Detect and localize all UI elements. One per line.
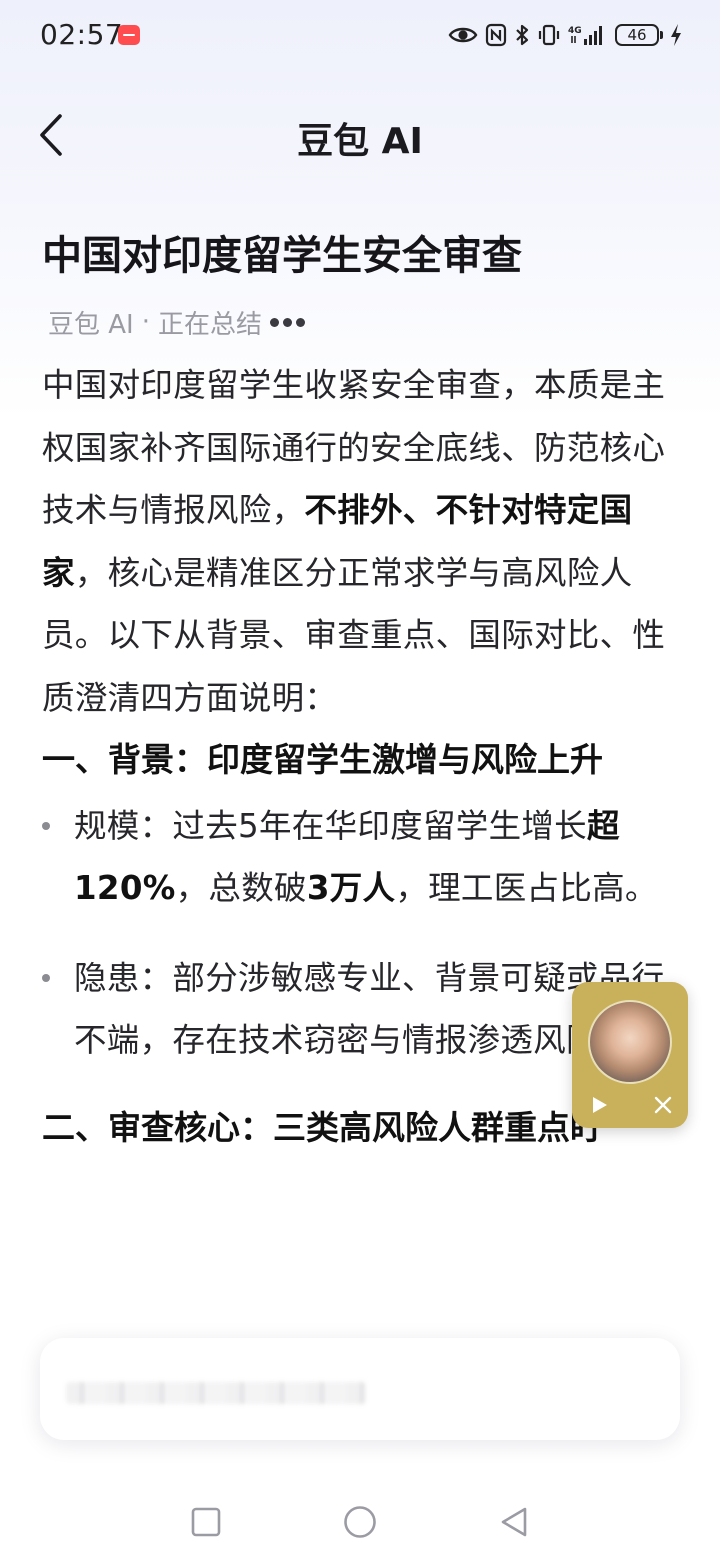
back-triangle-icon (501, 1507, 527, 1537)
home-icon (344, 1506, 376, 1538)
recent-apps-icon (191, 1507, 221, 1537)
intro-text-2: ，核心是精准区分正常求学与高风险人员。以下从背景、审查重点、国际对比、性质澄清四… (42, 553, 666, 717)
bullet-text: ，总数破 (175, 869, 307, 907)
charging-bolt-icon (670, 23, 682, 47)
app-notification-icon (118, 25, 140, 45)
floating-video-window[interactable] (572, 982, 688, 1128)
video-thumbnail[interactable] (588, 1000, 672, 1084)
bullet-text: ，理工医占比高。 (395, 869, 658, 907)
app-header: 豆包 AI (0, 90, 720, 180)
bullet-dot-icon (42, 974, 50, 982)
header-title: 豆包 AI (297, 121, 423, 162)
list-item: 规模：过去5年在华印度留学生增长超120%，总数破3万人，理工医占比高。 (42, 795, 678, 919)
chat-input[interactable] (66, 1368, 630, 1412)
play-button[interactable] (586, 1092, 612, 1118)
nfc-icon (485, 23, 507, 47)
play-icon (593, 1097, 607, 1113)
bullet-text: 规模：过去5年在华印度留学生增长 (74, 807, 587, 845)
vibrate-icon (537, 23, 561, 47)
byline-status: 正在总结 (158, 309, 263, 340)
intro-paragraph: 中国对印度留学生收紧安全审查，本质是主权国家补齐国际通行的安全底线、防范核心技术… (42, 354, 678, 729)
recent-apps-button[interactable] (186, 1502, 226, 1542)
bullet-bold-count: 3万人 (306, 869, 396, 907)
battery-level: 46 (615, 24, 659, 46)
close-button[interactable] (650, 1092, 676, 1118)
system-nav-bar (0, 1480, 720, 1560)
byline-separator: · (141, 307, 150, 337)
back-nav-button[interactable] (494, 1502, 534, 1542)
eye-icon (448, 24, 478, 46)
byline: 豆包 AI · 正在总结 (42, 302, 678, 342)
bullet-dot-icon (42, 822, 50, 830)
byline-source: 豆包 AI (48, 309, 134, 340)
home-button[interactable] (340, 1502, 380, 1542)
status-icons: 4G 46 (448, 20, 682, 50)
close-icon (654, 1096, 672, 1114)
signal-4g-icon: 4G (568, 23, 608, 47)
chat-input-card (40, 1338, 680, 1440)
battery-icon: 46 (615, 24, 663, 46)
svg-text:4G: 4G (568, 26, 582, 36)
article-title: 中国对印度留学生安全审查 (42, 233, 522, 279)
section-heading-background: 一、背景：印度留学生激增与风险上升 (42, 740, 603, 779)
status-bar: 02:57 4G 46 (0, 0, 720, 70)
bluetooth-icon (514, 23, 530, 47)
loading-dots-icon (270, 317, 306, 327)
status-time: 02:57 (40, 18, 124, 51)
